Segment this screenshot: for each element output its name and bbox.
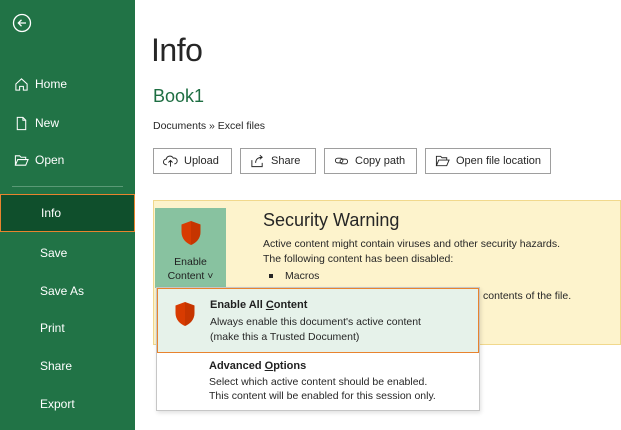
share-button[interactable]: Share <box>240 148 316 174</box>
copy-path-button[interactable]: Copy path <box>324 148 417 174</box>
sidebar-item-label: Share <box>40 359 73 373</box>
enable-content-dropdown: Enable All Content Always enable this do… <box>156 287 480 411</box>
folder-icon <box>434 153 450 169</box>
advanced-options-option[interactable]: Advanced Options Select which active con… <box>157 353 479 410</box>
sidebar-item-save-as[interactable]: Save As <box>0 279 135 303</box>
security-warning-trailing-text: contents of the file. <box>483 290 572 302</box>
sidebar-item-label: Print <box>40 321 65 335</box>
security-warning-title: Security Warning <box>263 210 400 230</box>
sidebar-item-info[interactable]: Info <box>0 194 135 232</box>
open-file-location-label: Open file location <box>456 155 541 167</box>
upload-button[interactable]: Upload <box>153 148 232 174</box>
advanced-options-desc-2: This content will be enabled for this se… <box>209 390 436 402</box>
sidebar-item-export[interactable]: Export <box>0 392 135 416</box>
advanced-options-desc-1: Select which active content should be en… <box>209 376 428 388</box>
sidebar-item-label: Export <box>40 397 75 411</box>
security-warning-line2: The following content has been disabled: <box>263 253 454 265</box>
page-title: Info <box>151 32 203 68</box>
home-icon <box>13 76 29 92</box>
enable-content-label: Enable Content ˅ <box>167 256 214 282</box>
breadcrumb: Documents » Excel files <box>153 120 266 132</box>
copy-path-button-label: Copy path <box>355 155 406 167</box>
sidebar-item-label: Open <box>35 153 65 167</box>
advanced-options-title: Advanced Options <box>209 360 307 372</box>
back-arrow-icon[interactable] <box>11 12 33 34</box>
folder-open-icon <box>13 152 29 168</box>
sidebar-item-open[interactable]: Open <box>0 148 135 172</box>
sidebar-item-label: Home <box>35 77 68 91</box>
sidebar-item-label: Save As <box>40 284 85 298</box>
enable-all-content-desc-1: Always enable this document's active con… <box>210 316 421 328</box>
sidebar-item-home[interactable]: Home <box>0 72 135 96</box>
sidebar-item-new[interactable]: New <box>0 111 135 135</box>
sidebar-item-share[interactable]: Share <box>0 354 135 378</box>
workbook-name: Book1 <box>153 86 205 106</box>
sidebar-item-save[interactable]: Save <box>0 241 135 265</box>
share-button-label: Share <box>271 155 301 167</box>
share-icon <box>249 153 265 169</box>
shield-icon <box>180 220 202 251</box>
sidebar-divider <box>12 186 123 187</box>
sidebar-item-label: New <box>35 116 60 130</box>
upload-button-label: Upload <box>184 155 219 167</box>
sidebar-item-print[interactable]: Print <box>0 316 135 340</box>
new-document-icon <box>13 115 29 131</box>
security-warning-line1: Active content might contain viruses and… <box>263 238 561 250</box>
enable-all-content-option[interactable]: Enable All Content Always enable this do… <box>157 288 479 353</box>
backstage-sidebar: Home New Open Info Save Save As Print Sh… <box>0 0 135 430</box>
bullet-dot <box>269 274 273 278</box>
enable-all-content-desc-2: (make this a Trusted Document) <box>210 331 360 343</box>
open-file-location-button[interactable]: Open file location <box>425 148 551 174</box>
disabled-content-item: Macros <box>269 270 319 282</box>
enable-content-button[interactable]: Enable Content ˅ <box>155 208 226 288</box>
shield-icon <box>174 301 196 332</box>
upload-cloud-icon <box>162 153 178 169</box>
sidebar-item-label: Info <box>41 206 62 220</box>
sidebar-item-label: Save <box>40 246 68 260</box>
enable-all-content-title: Enable All Content <box>210 299 308 311</box>
link-icon <box>333 153 349 169</box>
